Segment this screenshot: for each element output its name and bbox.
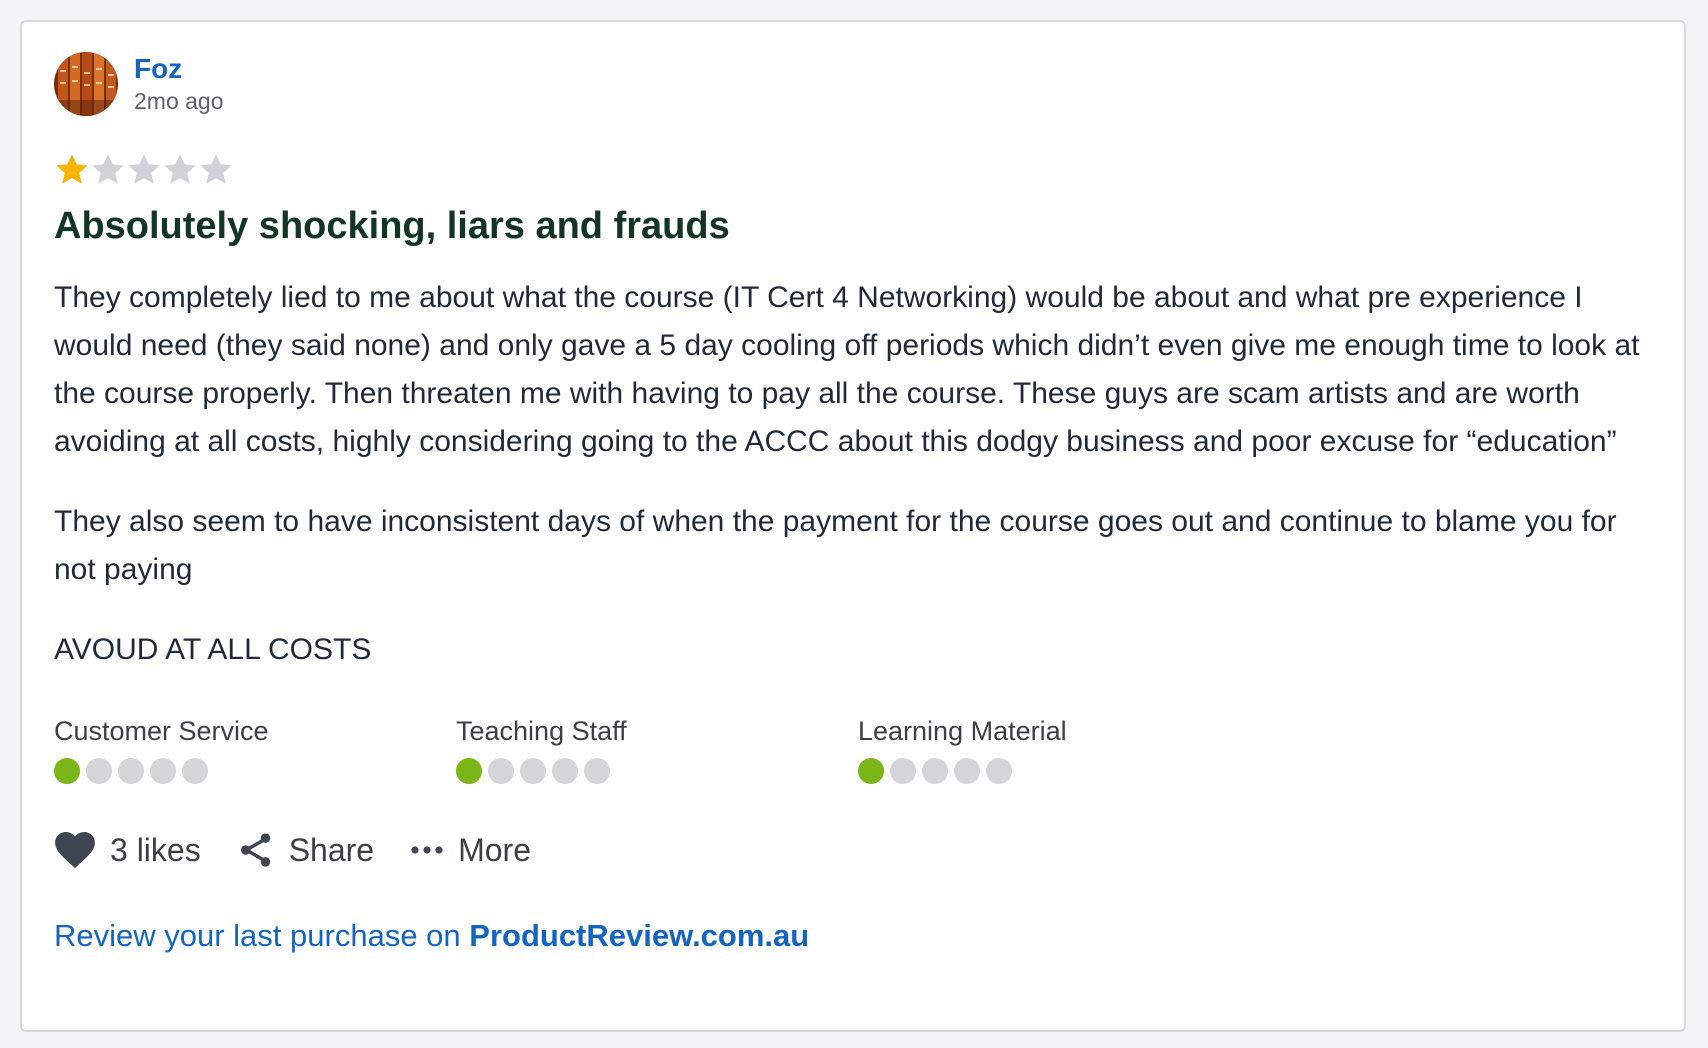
star-empty-icon bbox=[92, 154, 124, 184]
rating-dot-filled bbox=[54, 758, 80, 784]
sub-rating-dots bbox=[858, 758, 1260, 784]
rating-dot-empty bbox=[986, 758, 1012, 784]
rating-dot-empty bbox=[890, 758, 916, 784]
review-title: Absolutely shocking, liars and frauds bbox=[54, 205, 730, 247]
rating-dot-empty bbox=[150, 758, 176, 784]
review-card: Foz 2mo ago Absolutely shocking, liars a… bbox=[20, 20, 1686, 1032]
rating-dot-empty bbox=[488, 758, 514, 784]
more-label: More bbox=[458, 831, 531, 868]
sub-rating-learning-material: Learning Material bbox=[858, 714, 1260, 784]
rating-dot-filled bbox=[456, 758, 482, 784]
rating-dot-empty bbox=[552, 758, 578, 784]
star-empty-icon bbox=[128, 154, 160, 184]
rating-dot-empty bbox=[182, 758, 208, 784]
rating-dot-empty bbox=[922, 758, 948, 784]
rating-dot-filled bbox=[858, 758, 884, 784]
more-dots-icon bbox=[411, 846, 443, 854]
rating-dot-empty bbox=[954, 758, 980, 784]
star-filled-icon bbox=[56, 154, 88, 184]
share-label: Share bbox=[288, 831, 375, 868]
review-actions: 3 likes Share More bbox=[54, 826, 1652, 874]
rating-dot-empty bbox=[520, 758, 546, 784]
productreview-link[interactable]: ProductReview.com.au bbox=[469, 918, 809, 953]
footer-cta: Review your last purchase on ProductRevi… bbox=[54, 916, 1652, 956]
likes-count: 3 likes bbox=[110, 831, 201, 868]
review-author: Foz 2mo ago bbox=[54, 52, 1652, 116]
avatar[interactable] bbox=[54, 52, 118, 116]
star-rating bbox=[54, 150, 1652, 190]
sub-rating-customer-service: Customer Service bbox=[54, 714, 456, 784]
review-time: 2mo ago bbox=[134, 88, 224, 114]
sub-rating-label: Teaching Staff bbox=[456, 716, 627, 746]
sub-rating-dots bbox=[54, 758, 456, 784]
review-paragraph-1: They completely lied to me about what th… bbox=[54, 281, 1640, 458]
review-content: Foz 2mo ago Absolutely shocking, liars a… bbox=[54, 52, 1652, 956]
star-empty-icon bbox=[164, 154, 196, 184]
rating-dot-empty bbox=[118, 758, 144, 784]
sub-rating-teaching-staff: Teaching Staff bbox=[456, 714, 858, 784]
sub-rating-label: Learning Material bbox=[858, 716, 1067, 746]
books-avatar-icon bbox=[54, 52, 118, 116]
sub-rating-label: Customer Service bbox=[54, 716, 269, 746]
review-paragraph-3: AVOUD AT ALL COSTS bbox=[54, 633, 372, 666]
rating-dot-empty bbox=[584, 758, 610, 784]
sub-ratings: Customer Service Teaching Staff Learning… bbox=[54, 714, 1652, 784]
heart-icon bbox=[55, 832, 95, 869]
like-button[interactable]: 3 likes bbox=[54, 831, 201, 869]
share-icon bbox=[240, 833, 270, 867]
rating-dot-empty bbox=[86, 758, 112, 784]
footer-prefix: Review your last purchase on bbox=[54, 918, 470, 953]
author-name[interactable]: Foz bbox=[134, 52, 224, 86]
review-paragraph-2: They also seem to have inconsistent days… bbox=[54, 505, 1617, 586]
more-button[interactable]: More bbox=[410, 832, 531, 869]
share-button[interactable]: Share bbox=[237, 831, 374, 869]
author-meta: Foz 2mo ago bbox=[134, 52, 224, 116]
sub-rating-dots bbox=[456, 758, 858, 784]
star-empty-icon bbox=[200, 154, 232, 184]
